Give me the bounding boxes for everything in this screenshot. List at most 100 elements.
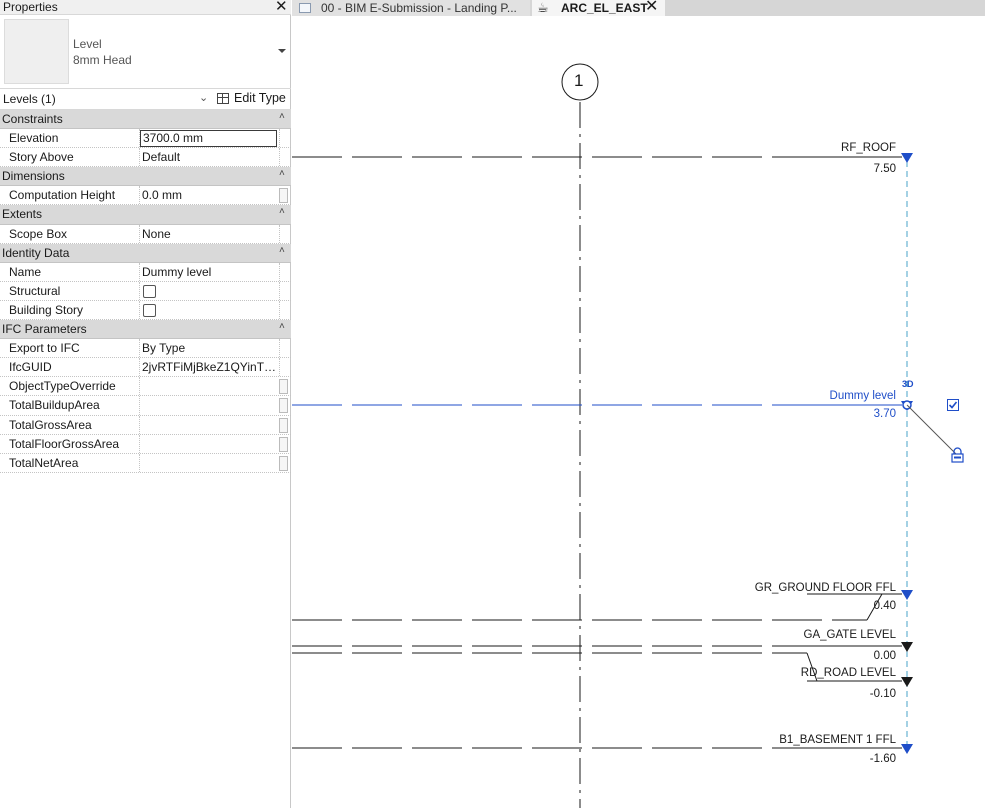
property-name: ObjectTypeOverride	[9, 379, 116, 394]
level-elevation-label[interactable]: -0.10	[870, 688, 896, 700]
column-separator	[279, 148, 280, 167]
property-group-label: Constraints	[2, 112, 63, 126]
collapse-icon[interactable]: ˄	[279, 168, 285, 179]
level-elevation-label[interactable]: 0.40	[874, 600, 896, 612]
column-separator	[279, 339, 280, 358]
property-group-label: Dimensions	[2, 169, 65, 184]
level-name-label[interactable]: RF_ROOF	[841, 142, 896, 154]
level-name-label[interactable]: GR_GROUND FLOOR FFL	[755, 582, 896, 594]
tab-close-icon[interactable]: ✕	[645, 0, 658, 16]
sheet-view-icon	[299, 3, 311, 13]
type-family-name: Level	[73, 37, 102, 51]
property-name: Export to IFC	[9, 341, 80, 356]
property-value-cell[interactable]	[139, 454, 279, 472]
edit-type-icon	[217, 93, 229, 104]
hide-bubble-checkbox-icon[interactable]	[947, 399, 959, 414]
level-line[interactable]	[292, 590, 913, 621]
property-row: TotalGrossArea	[0, 415, 291, 435]
property-browse-button[interactable]	[279, 379, 288, 395]
properties-panel: Properties ✕ Level 8mm Head Levels (1) ⌄…	[0, 0, 291, 808]
collapse-icon[interactable]: ˄	[279, 206, 285, 217]
property-value: By Type	[142, 341, 186, 356]
property-browse-button[interactable]	[279, 417, 288, 433]
instance-filter-dropdown[interactable]: Levels (1) ⌄	[0, 89, 213, 109]
level-name-label[interactable]: Dummy level	[830, 390, 896, 402]
property-value-cell[interactable]	[139, 301, 279, 319]
level-name-label[interactable]: GA_GATE LEVEL	[804, 629, 896, 641]
type-selector[interactable]: Level 8mm Head	[0, 15, 291, 89]
column-separator	[279, 129, 280, 148]
collapse-icon[interactable]: ˄	[279, 245, 285, 256]
view-tab-bar: 00 - BIM E-Submission - Landing P... ☕ A…	[292, 0, 985, 16]
level-head-icon[interactable]	[901, 677, 913, 687]
level-elevation-label[interactable]: -1.60	[870, 753, 896, 765]
properties-filter-row: Levels (1) ⌄ Edit Type	[0, 89, 291, 110]
property-group-header[interactable]: IFC Parameters ˄	[0, 320, 291, 340]
level-name-label[interactable]: RD_ROAD LEVEL	[801, 667, 896, 679]
column-separator	[279, 358, 280, 377]
type-selector-dropdown-icon[interactable]	[278, 49, 286, 53]
property-checkbox[interactable]	[143, 303, 156, 317]
property-value-cell[interactable]	[139, 416, 279, 434]
property-group-header[interactable]: Constraints ˄	[0, 110, 291, 130]
property-browse-button[interactable]	[279, 455, 288, 471]
property-name: Scope Box	[9, 226, 68, 241]
level-line[interactable]	[292, 642, 913, 652]
property-name: Story Above	[9, 150, 74, 165]
level-head-icon[interactable]	[901, 590, 913, 600]
elevation-view-icon: ☕	[537, 0, 549, 15]
property-group-label: Extents	[2, 207, 43, 222]
tab-landing-page[interactable]: 00 - BIM E-Submission - Landing P...	[292, 0, 530, 16]
property-group-header[interactable]: Dimensions ˄	[0, 167, 291, 187]
property-value-cell[interactable]	[139, 396, 279, 414]
property-name: Name	[9, 264, 42, 279]
level-name-label[interactable]: B1_BASEMENT 1 FFL	[779, 734, 896, 746]
level-head-icon[interactable]	[901, 642, 913, 652]
property-value-cell[interactable]	[139, 435, 279, 453]
property-value: None	[142, 226, 171, 241]
collapse-icon[interactable]: ˄	[279, 111, 285, 122]
property-row: ObjectTypeOverride	[0, 377, 291, 397]
property-value-cell[interactable]	[139, 377, 279, 395]
3d-extents-icon[interactable]: 3D	[902, 379, 914, 389]
level-head-icon[interactable]	[901, 153, 913, 163]
property-browse-button[interactable]	[279, 398, 288, 414]
property-group-header[interactable]: Identity Data ˄	[0, 243, 291, 263]
level-line[interactable]	[292, 153, 913, 163]
property-row: TotalBuildupArea	[0, 396, 291, 416]
elevation-view-canvas[interactable]: 1 RF_ROOF 7.50 Dummy level 3.70 GR_GROUND FL…	[292, 16, 985, 808]
property-row: IfcGUID 2jvRTFiMjBkeZ1QYinTp...	[0, 358, 291, 378]
property-name: TotalFloorGrossArea	[9, 436, 120, 451]
edit-type-label: Edit Type	[234, 91, 286, 105]
property-value-input[interactable]: 3700.0 mm	[140, 130, 277, 148]
type-name: 8mm Head	[73, 53, 132, 67]
collapse-icon[interactable]: ˄	[279, 321, 285, 332]
column-separator	[279, 300, 280, 320]
property-row: Name Dummy level	[0, 262, 291, 282]
property-checkbox[interactable]	[143, 284, 156, 298]
level-elevation-label[interactable]: 7.50	[874, 163, 896, 175]
property-value-cell[interactable]	[139, 282, 279, 300]
property-row: TotalNetArea	[0, 453, 291, 473]
level-line[interactable]	[292, 400, 957, 455]
property-row: Scope Box None	[0, 224, 291, 244]
level-head-icon[interactable]	[901, 744, 913, 754]
property-row: Computation Height 0.0 mm	[0, 186, 291, 206]
property-browse-button[interactable]	[279, 188, 288, 204]
properties-close-icon[interactable]: ✕	[275, 0, 288, 15]
lock-icon[interactable]	[951, 447, 964, 466]
property-name: TotalBuildupArea	[9, 398, 100, 413]
property-browse-button[interactable]	[279, 436, 288, 452]
chevron-down-icon: ⌄	[199, 92, 209, 104]
type-preview-thumbnail	[4, 19, 69, 84]
tab-arc-el-east[interactable]: ☕ ARC_EL_EAST ✕	[532, 0, 665, 16]
level-elevation-label[interactable]: 3.70	[874, 408, 896, 420]
property-group-header[interactable]: Extents ˄	[0, 205, 291, 225]
property-name: TotalNetArea	[9, 455, 79, 470]
tab-label: ARC_EL_EAST	[561, 1, 648, 15]
level-elevation-label[interactable]: 0.00	[874, 650, 896, 662]
tab-label: 00 - BIM E-Submission - Landing P...	[321, 1, 517, 15]
edit-type-button[interactable]: Edit Type	[217, 89, 289, 109]
column-separator	[279, 224, 280, 243]
property-name: TotalGrossArea	[9, 417, 92, 432]
